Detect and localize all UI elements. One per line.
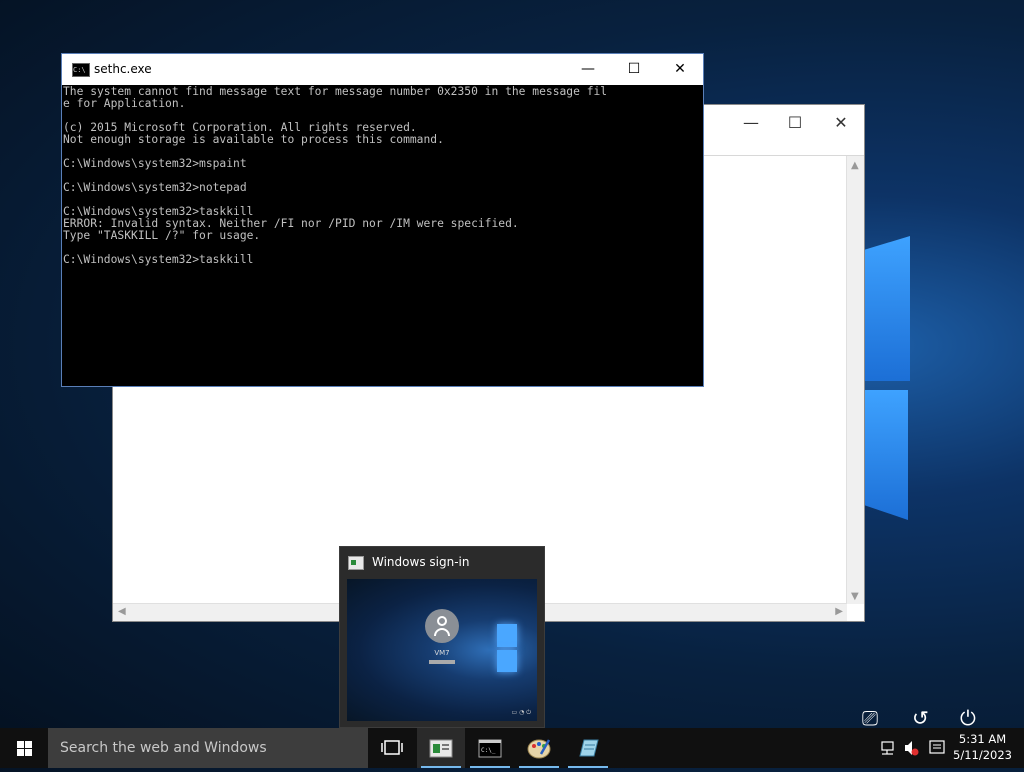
vertical-scrollbar[interactable]: ▲ ▼ xyxy=(846,156,864,604)
console-text: The system cannot find message text for … xyxy=(63,86,703,266)
console-titlebar[interactable]: C:\ sethc.exe — ☐ ✕ xyxy=(62,54,703,85)
clock[interactable]: 5:31 AM 5/11/2023 xyxy=(953,731,1012,763)
background-maximize-button[interactable]: ☐ xyxy=(773,109,817,137)
power-icon[interactable]: ⏻ xyxy=(960,706,976,730)
svg-text:C:\_: C:\_ xyxy=(481,747,496,754)
console-window[interactable]: C:\ sethc.exe — ☐ ✕ The system cannot fi… xyxy=(61,53,704,387)
taskbar-paint[interactable] xyxy=(515,728,563,768)
task-view-button[interactable] xyxy=(368,728,416,768)
thumbnail-windows-logo xyxy=(497,624,519,674)
command-prompt-icon: C:\_ xyxy=(478,739,502,758)
console-line: Not enough storage is available to proce… xyxy=(63,133,444,146)
thumbnail-preview-image[interactable]: VM7 ▭ ◔ ⏻ xyxy=(347,579,537,721)
console-line: C:\Windows\system32>notepad xyxy=(63,181,247,194)
scroll-down-icon[interactable]: ▼ xyxy=(851,591,859,602)
task-view-icon xyxy=(381,740,403,755)
sign-in-app-icon xyxy=(429,739,453,758)
thumbnail-title: Windows sign-in xyxy=(372,555,470,569)
clock-time: 5:31 AM xyxy=(958,732,1007,746)
console-line: Type "TASKKILL /?" for usage. xyxy=(63,229,261,242)
sign-in-window-icon xyxy=(348,556,364,570)
action-center-icon xyxy=(929,740,945,754)
search-placeholder: Search the web and Windows xyxy=(60,740,267,756)
console-icon: C:\ xyxy=(72,63,90,77)
console-maximize-button[interactable]: ☐ xyxy=(611,54,657,85)
clock-date: 5/11/2023 xyxy=(953,748,1012,762)
console-line: e for Application. xyxy=(63,97,186,110)
taskbar-notepad[interactable] xyxy=(564,728,612,768)
scroll-right-icon[interactable]: ▶ xyxy=(835,606,843,617)
console-line: C:\Windows\system32>mspaint xyxy=(63,157,247,170)
tray-icons xyxy=(881,740,945,756)
scroll-left-icon[interactable]: ◀ xyxy=(118,606,126,617)
volume-muted-icon xyxy=(905,741,919,756)
console-title: sethc.exe xyxy=(94,62,152,76)
console-line: C:\Windows\system32>taskkill xyxy=(63,253,254,266)
console-output[interactable]: The system cannot find message text for … xyxy=(62,86,703,386)
thumbnail-tray-icons: ▭ ◔ ⏻ xyxy=(511,709,531,716)
desktop-windows-logo xyxy=(862,236,916,520)
background-minimize-button[interactable]: — xyxy=(729,109,773,137)
start-button[interactable] xyxy=(0,728,48,768)
taskbar-sign-in-app[interactable] xyxy=(417,728,465,768)
network-icon[interactable]: ⎚ xyxy=(862,706,878,730)
taskbar-command-prompt[interactable]: C:\_ xyxy=(466,728,514,768)
taskbar-thumbnail-preview[interactable]: Windows sign-in VM7 ▭ ◔ ⏻ xyxy=(339,546,545,728)
console-close-button[interactable]: ✕ xyxy=(657,54,703,85)
search-box[interactable]: Search the web and Windows xyxy=(48,728,368,768)
scroll-up-icon[interactable]: ▲ xyxy=(851,160,859,171)
console-minimize-button[interactable]: — xyxy=(565,54,611,85)
ease-of-access-icon[interactable]: ↺ xyxy=(912,706,929,730)
thumbnail-password-field xyxy=(429,660,455,664)
notepad-icon xyxy=(579,739,599,757)
taskbar: Search the web and Windows C:\_ 5:31 AM … xyxy=(0,728,1024,768)
network-tray-icon xyxy=(881,741,894,755)
system-tray xyxy=(878,728,948,768)
paint-icon xyxy=(527,739,551,759)
windows-start-icon xyxy=(17,741,24,748)
background-close-button[interactable]: ✕ xyxy=(819,109,863,137)
user-avatar-icon xyxy=(425,609,459,643)
